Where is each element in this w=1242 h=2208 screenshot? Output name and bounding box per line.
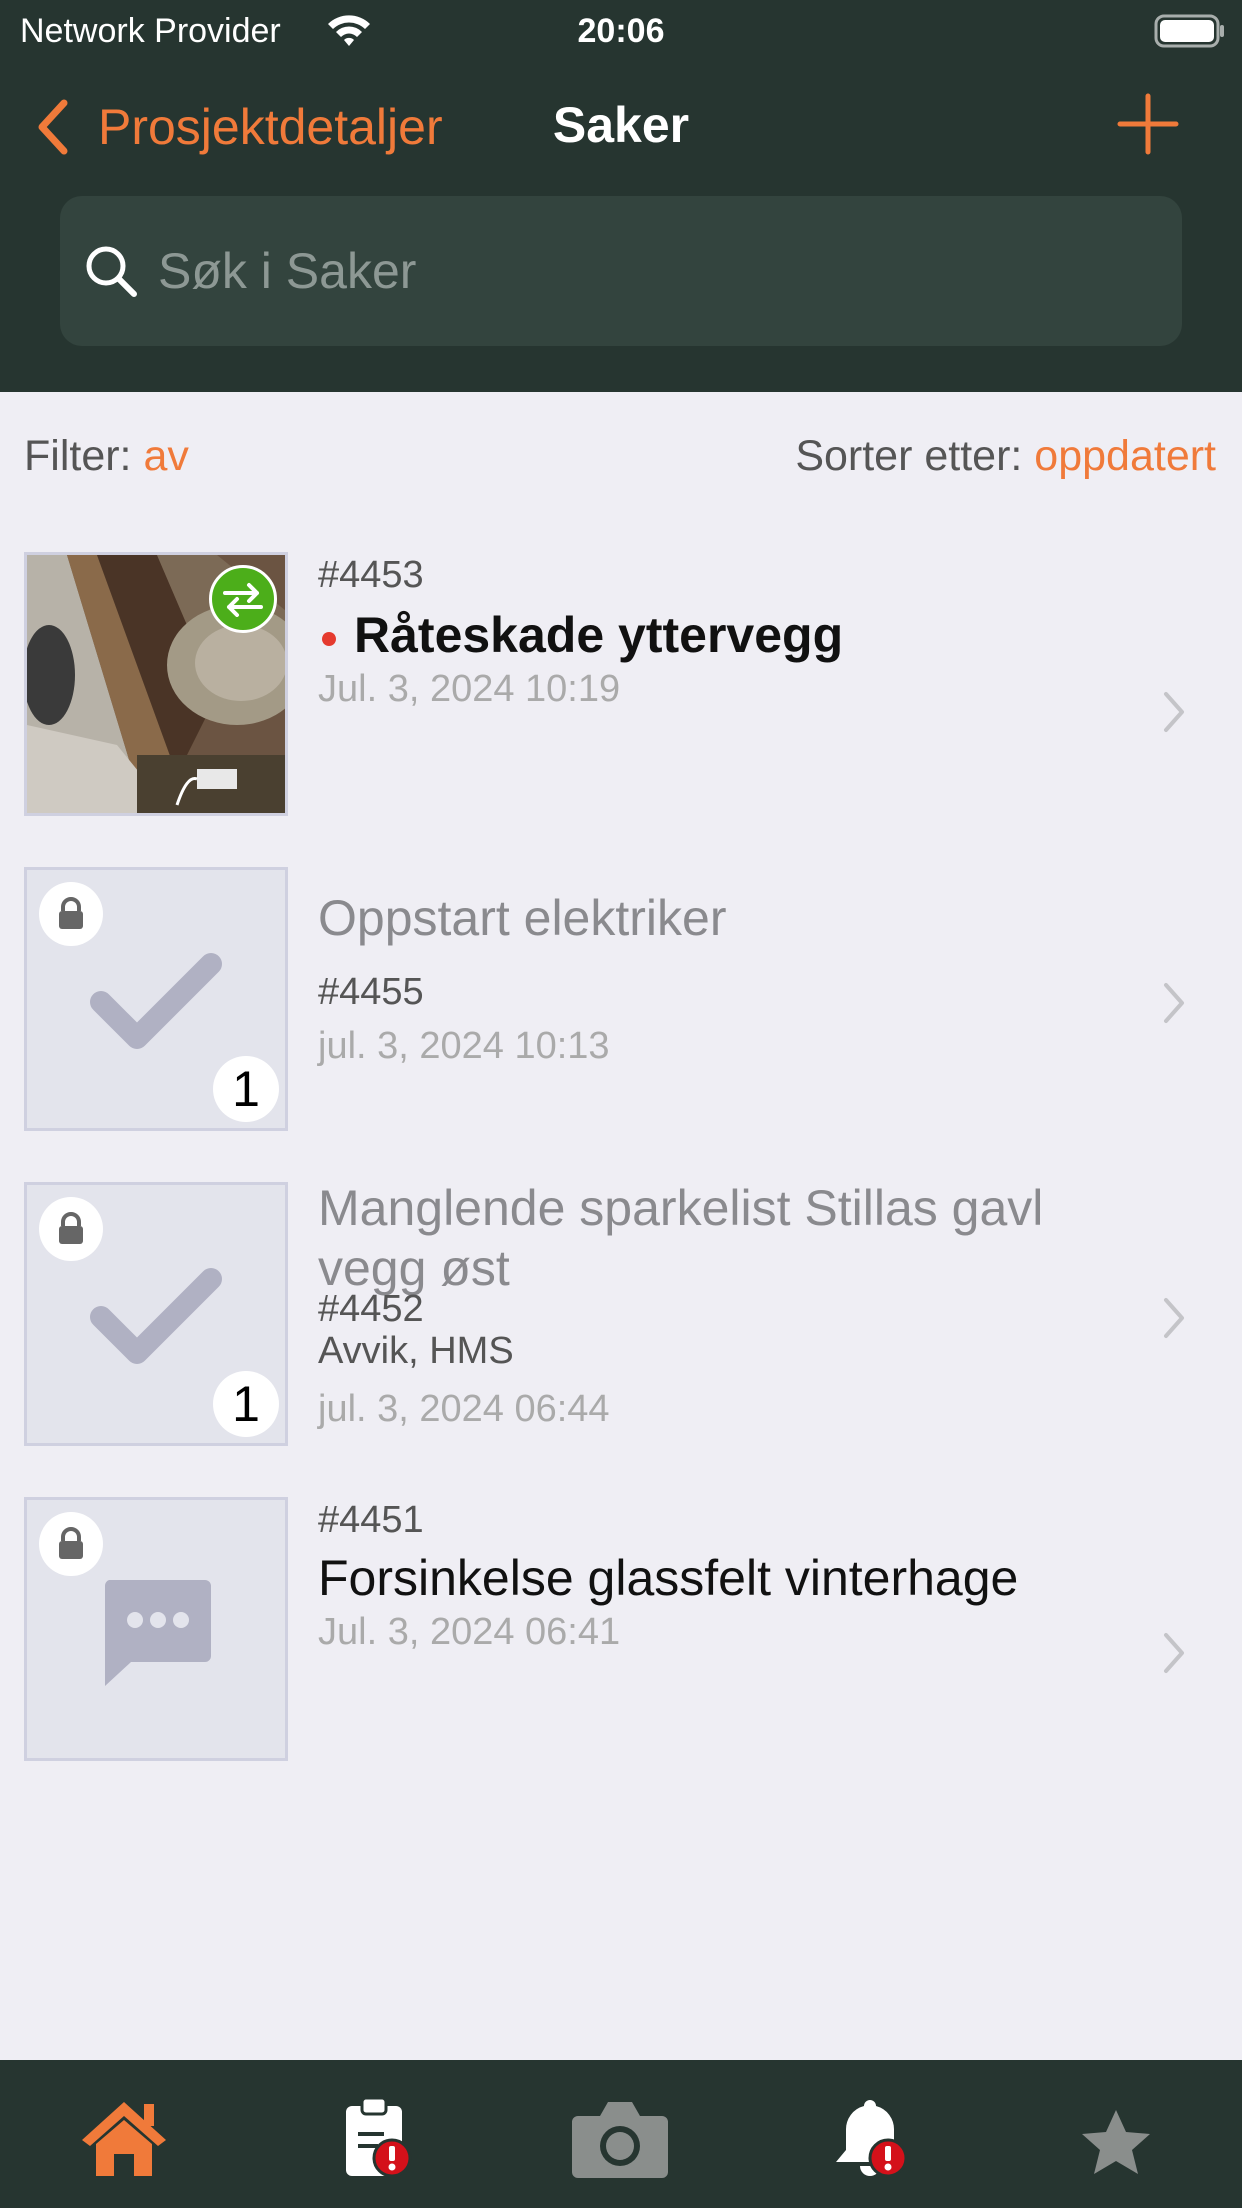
case-thumbnail: 1 bbox=[24, 1182, 288, 1446]
attachment-count-badge: 1 bbox=[213, 1371, 279, 1437]
sort-label: Sorter etter: bbox=[795, 432, 1023, 480]
case-title: Råteskade yttervegg bbox=[318, 606, 843, 664]
lock-icon bbox=[39, 882, 103, 946]
case-title: Oppstart elektriker bbox=[318, 890, 727, 946]
status-time: 20:06 bbox=[577, 12, 665, 50]
bell-alert-icon[interactable] bbox=[820, 2096, 920, 2180]
filter-control[interactable]: Filter: av bbox=[24, 432, 189, 481]
star-icon[interactable] bbox=[1066, 2096, 1166, 2180]
case-title-line: vegg øst bbox=[318, 1240, 510, 1296]
chevron-right-icon bbox=[1164, 1633, 1184, 1673]
case-id: #4452 bbox=[318, 1288, 424, 1330]
case-row[interactable]: #4453 Råteskade yttervegg Jul. 3, 2024 1… bbox=[0, 552, 1242, 822]
case-date: jul. 3, 2024 10:13 bbox=[318, 1025, 610, 1067]
case-date: Jul. 3, 2024 10:19 bbox=[318, 668, 621, 710]
case-date: jul. 3, 2024 06:44 bbox=[318, 1388, 610, 1430]
battery-icon bbox=[1154, 14, 1224, 48]
filter-value: av bbox=[143, 432, 189, 480]
back-label: Prosjektdetaljer bbox=[98, 99, 443, 155]
case-title-text: Råteskade yttervegg bbox=[354, 607, 844, 663]
lock-icon bbox=[39, 1197, 103, 1261]
status-bar: Network Provider 20:06 bbox=[0, 0, 1242, 62]
case-thumbnail bbox=[24, 1497, 288, 1761]
case-id: #4453 bbox=[318, 554, 424, 596]
sync-icon bbox=[209, 565, 277, 633]
sort-value: oppdatert bbox=[1034, 432, 1216, 480]
checkmark-icon bbox=[90, 953, 222, 1049]
home-icon[interactable] bbox=[74, 2096, 174, 2180]
search-input[interactable] bbox=[158, 242, 1158, 300]
tab-bar bbox=[0, 2060, 1242, 2208]
case-title: Forsinkelse glassfelt vinterhage bbox=[318, 1550, 1019, 1606]
unread-dot bbox=[322, 631, 336, 646]
filter-sort-row: Filter: av Sorter etter: oppdatert bbox=[0, 432, 1242, 488]
header: Network Provider 20:06 Prosjektdetaljer … bbox=[0, 0, 1242, 392]
chat-bubble-icon bbox=[104, 1580, 211, 1686]
case-thumbnail: 1 bbox=[24, 867, 288, 1131]
back-button[interactable]: Prosjektdetaljer bbox=[34, 92, 443, 162]
lock-icon bbox=[39, 1512, 103, 1576]
case-id: #4451 bbox=[318, 1499, 424, 1541]
case-title-line: Manglende sparkelist Stillas gavl bbox=[318, 1180, 1044, 1236]
search-bar bbox=[60, 196, 1182, 346]
case-categories: Avvik, HMS bbox=[318, 1330, 514, 1372]
filter-label: Filter: bbox=[24, 432, 132, 480]
case-photo-thumbnail bbox=[24, 552, 288, 816]
case-title: Manglende sparkelist Stillas gavl vegg ø… bbox=[318, 1178, 1043, 1298]
chevron-right-icon bbox=[1164, 692, 1184, 732]
attachment-count-badge: 1 bbox=[213, 1056, 279, 1122]
chevron-left-icon bbox=[38, 99, 68, 155]
chevron-right-icon bbox=[1164, 983, 1184, 1023]
camera-icon[interactable] bbox=[570, 2096, 670, 2180]
clipboard-alert-icon[interactable] bbox=[324, 2096, 424, 2180]
case-row[interactable]: #4451 Forsinkelse glassfelt vinterhage J… bbox=[0, 1497, 1242, 1767]
add-case-button[interactable] bbox=[1116, 92, 1180, 156]
search-icon bbox=[86, 246, 137, 297]
case-date: Jul. 3, 2024 06:41 bbox=[318, 1611, 621, 1653]
case-row[interactable]: 1 Oppstart elektriker #4455 jul. 3, 2024… bbox=[0, 867, 1242, 1137]
chevron-right-icon bbox=[1164, 1298, 1184, 1338]
case-row[interactable]: 1 Manglende sparkelist Stillas gavl vegg… bbox=[0, 1180, 1242, 1452]
case-id: #4455 bbox=[318, 971, 424, 1013]
sort-control[interactable]: Sorter etter: oppdatert bbox=[795, 432, 1216, 481]
checkmark-icon bbox=[90, 1268, 222, 1364]
